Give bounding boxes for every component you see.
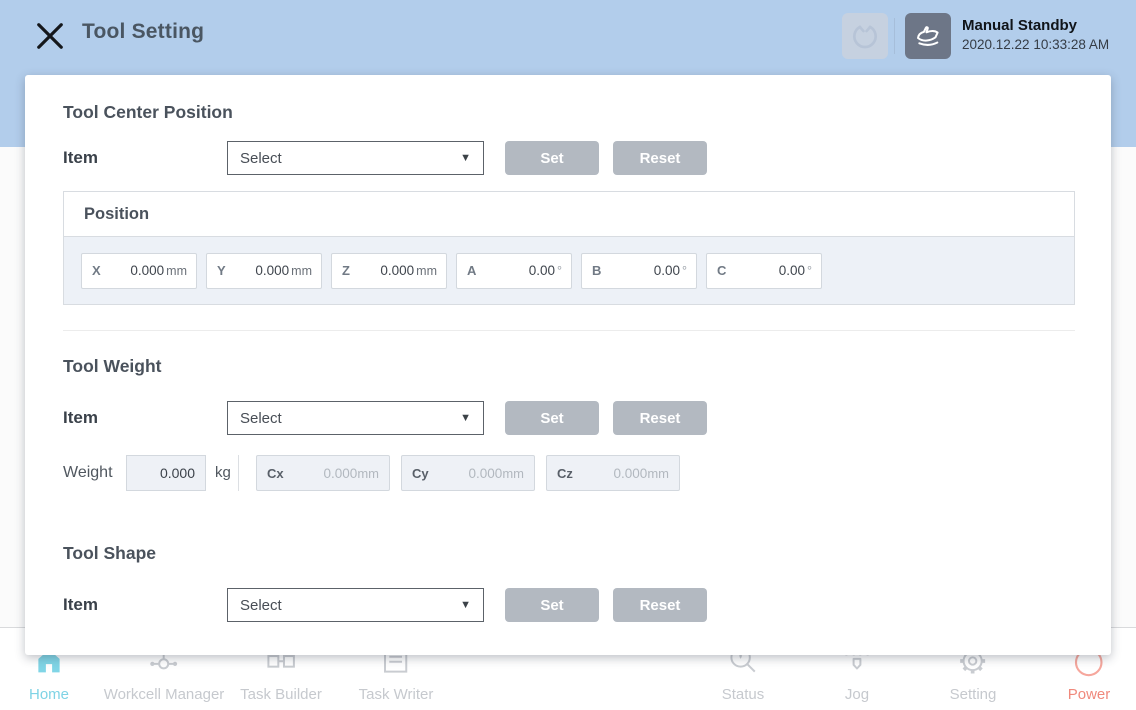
tcp-item-label: Item: [63, 141, 98, 175]
chevron-down-icon: ▼: [460, 412, 471, 424]
header-divider: [894, 18, 895, 54]
cog-field-cx: Cx 0.000 mm: [256, 455, 390, 491]
screen: Tool Setting Manual Standby 2020.12.22 1…: [0, 0, 1136, 710]
position-panel-title: Position: [64, 192, 1074, 237]
weight-item-select-value: Select: [240, 410, 460, 427]
section-divider: [63, 330, 1075, 331]
cog-field-cz: Cz 0.000 mm: [546, 455, 680, 491]
shape-item-label: Item: [63, 588, 98, 622]
tcp-reset-button[interactable]: Reset: [613, 141, 707, 175]
nav-label-jog: Jog: [840, 686, 874, 703]
nav-label-power: Power: [1068, 686, 1111, 703]
position-field-a: A 0.00 °: [456, 253, 572, 289]
weight-item-select[interactable]: Select ▼: [227, 401, 484, 435]
mode-timestamp: 2020.12.22 10:33:28 AM: [962, 35, 1109, 54]
close-icon: [32, 18, 68, 54]
position-field-y: Y 0.000 mm: [206, 253, 322, 289]
shape-item-row: Item Select ▼ Set Reset: [63, 588, 1075, 622]
weight-input[interactable]: [126, 455, 206, 491]
chevron-down-icon: ▼: [460, 599, 471, 611]
robot-mode-status: Manual Standby 2020.12.22 10:33:28 AM: [962, 16, 1109, 54]
position-values-row: X 0.000 mm Y 0.000 mm Z 0.000 mm A 0.00: [64, 237, 1074, 304]
page-title: Tool Setting: [82, 20, 204, 44]
weight-set-button[interactable]: Set: [505, 401, 599, 435]
tcp-set-button[interactable]: Set: [505, 141, 599, 175]
tcp-item-select-value: Select: [240, 150, 460, 167]
shape-item-select-value: Select: [240, 597, 460, 614]
weight-item-row: Item Select ▼ Set Reset: [63, 401, 1075, 435]
shape-set-button[interactable]: Set: [505, 588, 599, 622]
nav-label-task-writer: Task Writer: [359, 686, 434, 703]
tool-setting-dialog: Tool Center Position Item Select ▼ Set R…: [25, 75, 1111, 655]
position-field-b: B 0.00 °: [581, 253, 697, 289]
hand-icon: [912, 20, 944, 52]
weight-unit: kg: [215, 455, 231, 491]
vertical-divider: [238, 455, 239, 491]
weight-label: Weight: [63, 455, 113, 491]
tcp-item-row: Item Select ▼ Set Reset: [63, 141, 1075, 175]
nav-label-workcell-manager: Workcell Manager: [104, 686, 225, 703]
section-title-tool-center-position: Tool Center Position: [63, 102, 233, 123]
weight-reset-button[interactable]: Reset: [613, 401, 707, 435]
gripper-tool-button[interactable]: [842, 13, 888, 59]
nav-label-setting: Setting: [950, 686, 997, 703]
nav-label-status: Status: [722, 686, 765, 703]
manual-mode-button[interactable]: [905, 13, 951, 59]
tcp-item-select[interactable]: Select ▼: [227, 141, 484, 175]
cog-field-cy: Cy 0.000 mm: [401, 455, 535, 491]
section-title-tool-shape: Tool Shape: [63, 543, 156, 564]
close-button[interactable]: [30, 16, 70, 56]
section-title-tool-weight: Tool Weight: [63, 356, 162, 377]
shape-reset-button[interactable]: Reset: [613, 588, 707, 622]
mode-label: Manual Standby: [962, 16, 1109, 35]
position-field-x: X 0.000 mm: [81, 253, 197, 289]
shape-item-select[interactable]: Select ▼: [227, 588, 484, 622]
position-field-c: C 0.00 °: [706, 253, 822, 289]
gripper-icon: [849, 20, 881, 52]
position-panel: Position X 0.000 mm Y 0.000 mm Z 0.000 m…: [63, 191, 1075, 305]
nav-label-task-builder: Task Builder: [240, 686, 322, 703]
position-field-z: Z 0.000 mm: [331, 253, 447, 289]
chevron-down-icon: ▼: [460, 152, 471, 164]
weight-item-label: Item: [63, 401, 98, 435]
nav-label-home: Home: [29, 686, 69, 703]
